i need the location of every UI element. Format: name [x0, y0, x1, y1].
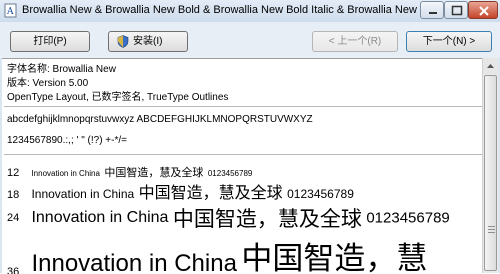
- sample-text: Innovation in China: [31, 250, 237, 274]
- close-button[interactable]: [468, 1, 498, 19]
- thumb-grip: [488, 229, 495, 230]
- font-file-icon: A: [4, 3, 17, 18]
- sample-text: Innovation in China: [31, 209, 169, 226]
- thumb-grip: [488, 232, 495, 233]
- font-viewer-window: A Browallia New & Browallia New Bold & B…: [0, 0, 500, 274]
- font-name-line: 字体名称: Browallia New: [7, 64, 116, 75]
- font-preview-area: 字体名称: Browallia New 版本: Version 5.00 Ope…: [2, 58, 482, 274]
- sample-cjk: 中国智造，慧: [241, 241, 428, 274]
- previous-button[interactable]: < 上一个(R): [312, 31, 398, 52]
- sample-size-label: 12: [7, 167, 20, 179]
- vertical-scrollbar[interactable]: [482, 58, 498, 273]
- sample-cjk: 中国智造，慧及全球: [138, 183, 283, 202]
- shield-icon: [117, 35, 129, 48]
- sample-digits: 0123456789: [287, 187, 354, 201]
- scroll-thumb[interactable]: [484, 75, 497, 271]
- maximize-icon: [451, 5, 463, 16]
- sample-size-label: 18: [7, 189, 20, 201]
- close-icon: [479, 6, 489, 16]
- svg-text:A: A: [6, 7, 14, 17]
- sample-cjk: 中国智造，慧及全球: [104, 166, 204, 179]
- window-title: Browallia New & Browallia New Bold & Bro…: [22, 4, 417, 16]
- sample-text: Innovation in China: [31, 169, 100, 178]
- divider: [4, 106, 482, 107]
- sample-text: Innovation in China: [31, 187, 135, 201]
- title-bar[interactable]: A Browallia New & Browallia New Bold & B…: [0, 0, 500, 22]
- charset-digits: 1234567890.:,; ' " (!?) +-*/=: [7, 135, 127, 146]
- sample-row-36: 36 Innovation in China 中国智造，慧: [7, 233, 427, 274]
- minimize-icon: [429, 12, 437, 14]
- maximize-button[interactable]: [444, 1, 468, 19]
- sample-digits: 0123456789: [366, 209, 450, 227]
- charset-letters: abcdefghijklmnopqrstuvwxyz ABCDEFGHIJKLM…: [7, 114, 313, 125]
- divider: [4, 154, 482, 155]
- install-button[interactable]: 安装(I): [108, 31, 188, 52]
- thumb-grip: [488, 226, 495, 227]
- toolbar: 打印(P) 安装(I) < 上一个(R) 下一个(N) >: [0, 22, 500, 58]
- print-button[interactable]: 打印(P): [10, 31, 90, 52]
- sample-row-18: 18 Innovation in China 中国智造，慧及全球 0123456…: [7, 179, 354, 203]
- minimize-button[interactable]: [420, 1, 444, 19]
- install-label: 安装(I): [133, 36, 163, 47]
- sample-digits: 0123456789: [207, 169, 253, 178]
- sample-row-24: 24 Innovation in China 中国智造，慧及全球 0123456…: [7, 203, 450, 233]
- sample-size-label: 24: [7, 212, 20, 224]
- arrow-up-icon: [487, 64, 494, 68]
- sample-cjk: 中国智造，慧及全球: [172, 207, 362, 231]
- scroll-up-button[interactable]: [483, 58, 498, 74]
- next-button[interactable]: 下一个(N) >: [406, 31, 492, 52]
- features-line: OpenType Layout, 已数字签名, TrueType Outline…: [7, 92, 229, 103]
- version-line: 版本: Version 5.00: [7, 78, 89, 89]
